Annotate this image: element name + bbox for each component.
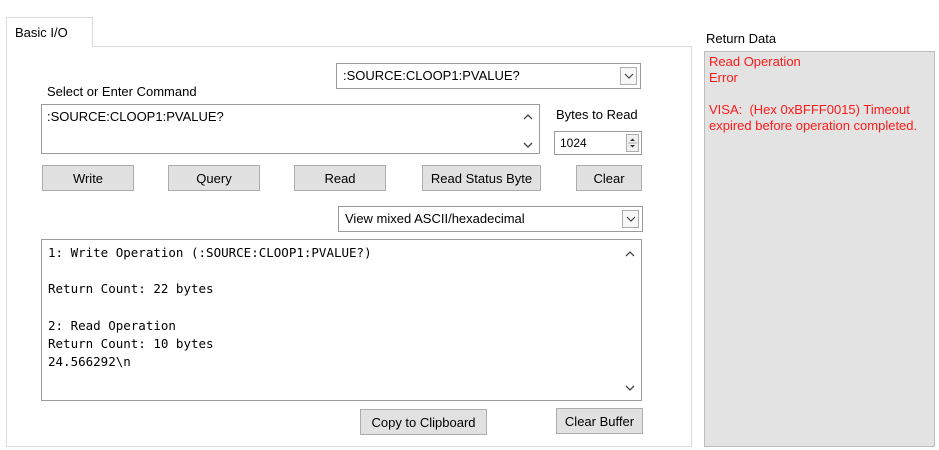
output-lines: 1: Write Operation (:SOURCE:CLOOP1:PVALU…: [48, 244, 641, 371]
return-data-box: Read Operation Error VISA: (Hex 0xBFFF00…: [704, 51, 935, 447]
return-data-blank: [709, 86, 930, 102]
output-line: 24.566292\n: [48, 354, 131, 370]
clear-buffer-button[interactable]: Clear Buffer: [556, 408, 643, 434]
return-data-label: Return Data: [706, 31, 777, 46]
output-line: 1: Write Operation (:SOURCE:CLOOP1:PVALU…: [48, 245, 372, 260]
command-input[interactable]: :SOURCE:CLOOP1:PVALUE?: [41, 104, 540, 154]
scroll-up-icon[interactable]: [523, 113, 533, 121]
return-data-status: Error: [709, 70, 738, 85]
bytes-to-read-label: Bytes to Read: [556, 107, 638, 122]
command-label: Select or Enter Command: [47, 84, 197, 99]
bytes-to-read-stepper[interactable]: 1024: [554, 131, 642, 155]
output-line: Return Count: 10 bytes: [48, 336, 214, 352]
read-status-byte-button[interactable]: Read Status Byte: [422, 165, 541, 191]
command-dropdown-value: :SOURCE:CLOOP1:PVALUE?: [343, 68, 520, 83]
scroll-down-icon[interactable]: [625, 384, 635, 392]
output-line: Return Count: 22 bytes: [48, 281, 214, 297]
copy-to-clipboard-button[interactable]: Copy to Clipboard: [360, 409, 487, 435]
tab-basic-io-label: Basic I/O: [15, 25, 68, 40]
scroll-up-icon[interactable]: [625, 250, 635, 258]
write-button[interactable]: Write: [42, 165, 134, 191]
query-button[interactable]: Query: [168, 165, 260, 191]
bytes-to-read-value: 1024: [560, 136, 587, 150]
scroll-down-icon[interactable]: [523, 141, 533, 149]
read-button[interactable]: Read: [294, 165, 386, 191]
return-data-operation: Read Operation: [709, 54, 801, 69]
view-mode-dropdown[interactable]: View mixed ASCII/hexadecimal: [338, 206, 643, 232]
tab-basic-io[interactable]: Basic I/O: [6, 17, 93, 47]
output-line: 2: Read Operation: [48, 317, 176, 333]
command-input-value: :SOURCE:CLOOP1:PVALUE?: [47, 109, 224, 124]
output-buffer[interactable]: 1: Write Operation (:SOURCE:CLOOP1:PVALU…: [41, 239, 642, 401]
stepper-arrows-icon[interactable]: [626, 134, 639, 152]
view-mode-value: View mixed ASCII/hexadecimal: [345, 211, 525, 226]
chevron-down-icon[interactable]: [622, 210, 639, 228]
clear-button[interactable]: Clear: [576, 165, 642, 191]
chevron-down-icon[interactable]: [620, 67, 637, 85]
return-data-message: VISA: (Hex 0xBFFF0015) Timeout expired b…: [709, 102, 918, 133]
command-dropdown[interactable]: :SOURCE:CLOOP1:PVALUE?: [336, 63, 641, 89]
